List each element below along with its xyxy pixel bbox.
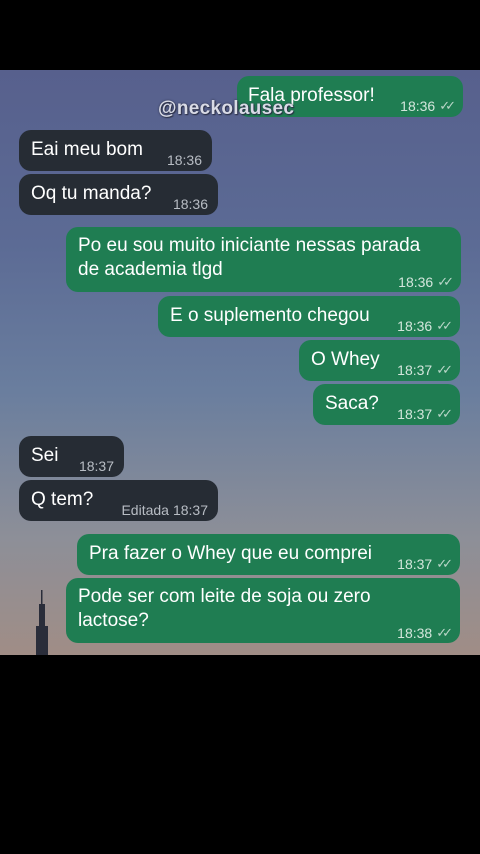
- message-meta: 18:36 ✓✓: [398, 270, 454, 294]
- message-incoming[interactable]: Sei 18:37: [19, 436, 124, 477]
- message-meta: 18:36 ✓✓: [397, 314, 453, 338]
- double-check-icon: ✓✓: [436, 556, 453, 571]
- message-meta: 18:36: [173, 192, 208, 216]
- message-incoming[interactable]: Q tem? Editada 18:37: [19, 480, 218, 521]
- message-time: 18:36: [397, 318, 433, 334]
- message-text-line-2: de academia tlgd: [78, 259, 223, 280]
- message-text: Q tem?: [31, 489, 94, 510]
- bottom-black-bar: [0, 655, 480, 854]
- message-time: 18:37: [397, 362, 433, 378]
- message-time: 18:36: [400, 98, 436, 114]
- message-time: 18:37: [172, 502, 208, 518]
- message-time: 18:37: [397, 556, 433, 572]
- message-outgoing[interactable]: Saca? 18:37 ✓✓: [313, 384, 460, 425]
- message-text: Oq tu manda?: [31, 183, 152, 204]
- double-check-icon: ✓✓: [437, 274, 454, 289]
- message-text-line-1: Po eu sou muito iniciante nessas parada: [78, 235, 421, 256]
- message-text: O Whey: [311, 349, 380, 370]
- message-text: Saca?: [325, 393, 379, 414]
- message-meta: 18:37 ✓✓: [397, 358, 453, 382]
- message-outgoing[interactable]: Pode ser com leite de soja ou zero lacto…: [66, 578, 460, 643]
- message-time: 18:36: [172, 196, 208, 212]
- message-text: Eai meu bom: [31, 139, 143, 160]
- message-time: 18:36: [398, 274, 434, 290]
- double-check-icon: ✓✓: [439, 98, 456, 113]
- double-check-icon: ✓✓: [436, 625, 453, 640]
- message-time: 18:37: [78, 458, 114, 474]
- message-meta: 18:37: [79, 454, 114, 478]
- message-meta: 18:37 ✓✓: [397, 402, 453, 426]
- message-incoming[interactable]: Oq tu manda? 18:36: [19, 174, 218, 215]
- edited-label: Editada: [121, 502, 169, 518]
- message-meta: 18:36 ✓✓: [400, 94, 456, 118]
- double-check-icon: ✓✓: [436, 406, 453, 421]
- message-incoming[interactable]: Eai meu bom 18:36: [19, 130, 212, 171]
- message-time: 18:38: [397, 625, 433, 641]
- message-outgoing[interactable]: O Whey 18:37 ✓✓: [299, 340, 460, 381]
- double-check-icon: ✓✓: [436, 318, 453, 333]
- tower-silhouette: [36, 590, 48, 655]
- message-text: Sei: [31, 445, 59, 466]
- watermark: @neckolausec: [158, 98, 295, 119]
- message-meta: 18:37 ✓✓: [397, 552, 453, 576]
- double-check-icon: ✓✓: [436, 362, 453, 377]
- message-outgoing[interactable]: Po eu sou muito iniciante nessas parada …: [66, 227, 461, 292]
- message-meta: 18:36: [167, 148, 202, 172]
- message-time: 18:36: [166, 152, 202, 168]
- message-text-line-1: Pode ser com leite de soja ou zero: [78, 586, 371, 607]
- message-outgoing[interactable]: E o suplemento chegou 18:36 ✓✓: [158, 296, 460, 337]
- message-time: 18:37: [397, 406, 433, 422]
- message-outgoing[interactable]: Pra fazer o Whey que eu comprei 18:37 ✓✓: [77, 534, 460, 575]
- message-text: E o suplemento chegou: [170, 305, 370, 326]
- message-text-line-2: lactose?: [78, 610, 149, 631]
- message-meta: Editada 18:37: [121, 498, 208, 522]
- top-black-bar: [0, 0, 480, 70]
- chat-area[interactable]: Fala professor! 18:36 ✓✓ @neckolausec Ea…: [0, 70, 480, 655]
- message-text: Pra fazer o Whey que eu comprei: [89, 543, 373, 564]
- message-meta: 18:38 ✓✓: [397, 621, 453, 645]
